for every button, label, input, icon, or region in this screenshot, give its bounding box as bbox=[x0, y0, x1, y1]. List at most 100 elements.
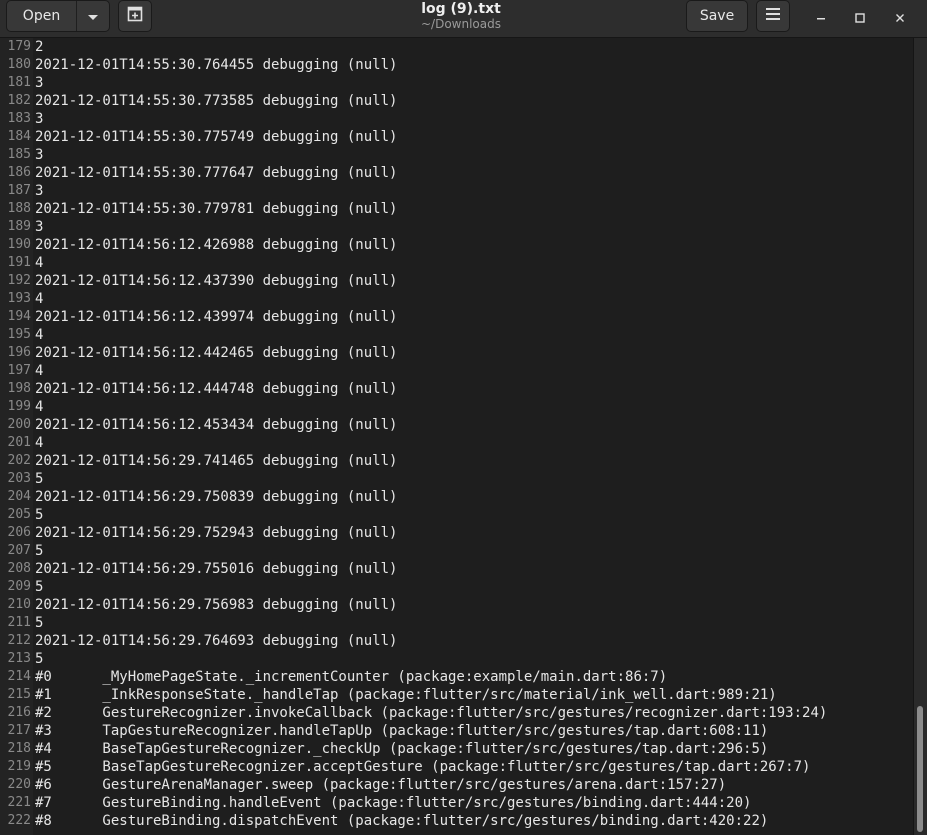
new-tab-button[interactable] bbox=[118, 0, 152, 32]
text-line: 186 2021-12-01T14:55:30.777647 debugging … bbox=[0, 164, 913, 182]
line-text: 4 bbox=[35, 255, 44, 271]
text-line: 221 #7 GestureBinding.handleEvent (packag… bbox=[0, 794, 913, 812]
line-text: 4 bbox=[35, 291, 44, 307]
line-number: 191 bbox=[7, 255, 31, 270]
line-text: 4 bbox=[35, 327, 44, 343]
text-line: 184 2021-12-01T14:55:30.775749 debugging … bbox=[0, 128, 913, 146]
line-text: 5 bbox=[35, 471, 44, 487]
line-number: 204 bbox=[7, 489, 31, 504]
line-text: 2021-12-01T14:56:29.756983 debugging (nu… bbox=[35, 597, 398, 613]
line-number: 206 bbox=[7, 525, 31, 540]
line-number: 208 bbox=[7, 561, 31, 576]
line-text: #0 _MyHomePageState._incrementCounter (p… bbox=[35, 669, 668, 685]
line-number: 214 bbox=[7, 669, 31, 684]
line-number: 207 bbox=[7, 543, 31, 558]
window-subtitle: ~/Downloads bbox=[421, 17, 501, 31]
line-text: 2021-12-01T14:56:12.437390 debugging (nu… bbox=[35, 273, 398, 289]
text-line: 206 2021-12-01T14:56:29.752943 debugging … bbox=[0, 524, 913, 542]
maximize-button[interactable] bbox=[849, 6, 871, 28]
text-line: 208 2021-12-01T14:56:29.755016 debugging … bbox=[0, 560, 913, 578]
text-line: 188 2021-12-01T14:55:30.779781 debugging … bbox=[0, 200, 913, 218]
line-number: 193 bbox=[7, 291, 31, 306]
line-text: #5 BaseTapGestureRecognizer.acceptGestur… bbox=[35, 759, 811, 775]
close-button[interactable] bbox=[889, 6, 911, 28]
line-number: 200 bbox=[7, 417, 31, 432]
line-number: 186 bbox=[7, 165, 31, 180]
line-number: 222 bbox=[7, 813, 31, 828]
text-line: 209 5 bbox=[0, 578, 913, 596]
line-text: 5 bbox=[35, 579, 44, 595]
line-number: 202 bbox=[7, 453, 31, 468]
line-number: 213 bbox=[7, 651, 31, 666]
maximize-icon bbox=[855, 8, 865, 27]
vertical-scrollbar[interactable] bbox=[913, 38, 927, 835]
line-text: 2021-12-01T14:56:12.442465 debugging (nu… bbox=[35, 345, 398, 361]
text-line: 187 3 bbox=[0, 182, 913, 200]
line-text: 2 bbox=[35, 39, 44, 55]
text-line: 193 4 bbox=[0, 290, 913, 308]
chevron-down-icon bbox=[87, 7, 99, 26]
line-text: 2021-12-01T14:55:30.773585 debugging (nu… bbox=[35, 93, 398, 109]
text-line: 207 5 bbox=[0, 542, 913, 560]
line-number: 209 bbox=[7, 579, 31, 594]
line-number: 215 bbox=[7, 687, 31, 702]
window-title: log (9).txt bbox=[421, 1, 501, 17]
text-line: 211 5 bbox=[0, 614, 913, 632]
line-text: #3 TapGestureRecognizer.handleTapUp (pac… bbox=[35, 723, 769, 739]
line-number: 212 bbox=[7, 633, 31, 648]
line-text: #6 GestureArenaManager.sweep (package:fl… bbox=[35, 777, 727, 793]
text-line: 201 4 bbox=[0, 434, 913, 452]
scrollbar-thumb[interactable] bbox=[917, 706, 923, 832]
text-line: 196 2021-12-01T14:56:12.442465 debugging … bbox=[0, 344, 913, 362]
line-text: 2021-12-01T14:55:30.779781 debugging (nu… bbox=[35, 201, 398, 217]
line-number: 183 bbox=[7, 111, 31, 126]
line-number: 211 bbox=[7, 615, 31, 630]
text-line: 190 2021-12-01T14:56:12.426988 debugging … bbox=[0, 236, 913, 254]
text-line: 222 #8 GestureBinding.dispatchEvent (pack… bbox=[0, 812, 913, 830]
text-line: 219 #5 BaseTapGestureRecognizer.acceptGes… bbox=[0, 758, 913, 776]
line-number: 185 bbox=[7, 147, 31, 162]
text-line: 185 3 bbox=[0, 146, 913, 164]
text-line: 213 5 bbox=[0, 650, 913, 668]
text-line: 183 3 bbox=[0, 110, 913, 128]
line-text: 3 bbox=[35, 147, 44, 163]
text-line: 216 #2 GestureRecognizer.invokeCallback (… bbox=[0, 704, 913, 722]
line-text: 4 bbox=[35, 435, 44, 451]
text-line: 218 #4 BaseTapGestureRecognizer._checkUp … bbox=[0, 740, 913, 758]
text-line: 197 4 bbox=[0, 362, 913, 380]
line-number: 194 bbox=[7, 309, 31, 324]
text-line: 203 5 bbox=[0, 470, 913, 488]
close-icon bbox=[895, 8, 905, 27]
menu-button[interactable] bbox=[756, 0, 790, 32]
line-text: 5 bbox=[35, 615, 44, 631]
line-number: 197 bbox=[7, 363, 31, 378]
save-button[interactable]: Save bbox=[686, 0, 748, 32]
text-line: 200 2021-12-01T14:56:12.453434 debugging … bbox=[0, 416, 913, 434]
line-number: 184 bbox=[7, 129, 31, 144]
text-line: 205 5 bbox=[0, 506, 913, 524]
text-line: 191 4 bbox=[0, 254, 913, 272]
minimize-button[interactable] bbox=[810, 6, 832, 28]
open-button[interactable]: Open bbox=[7, 1, 77, 31]
line-number: 210 bbox=[7, 597, 31, 612]
line-text: 2021-12-01T14:55:30.764455 debugging (nu… bbox=[35, 57, 398, 73]
text-view[interactable]: 179 2 180 2021-12-01T14:55:30.764455 debugg… bbox=[0, 38, 913, 835]
line-number: 203 bbox=[7, 471, 31, 486]
line-number: 195 bbox=[7, 327, 31, 342]
line-text: 3 bbox=[35, 219, 44, 235]
line-number: 192 bbox=[7, 273, 31, 288]
text-line: 182 2021-12-01T14:55:30.773585 debugging … bbox=[0, 92, 913, 110]
new-tab-icon bbox=[127, 6, 143, 26]
line-number: 205 bbox=[7, 507, 31, 522]
line-text: 2021-12-01T14:56:29.755016 debugging (nu… bbox=[35, 561, 398, 577]
line-text: #2 GestureRecognizer.invokeCallback (pac… bbox=[35, 705, 828, 721]
line-number: 180 bbox=[7, 57, 31, 72]
text-line: 194 2021-12-01T14:56:12.439974 debugging … bbox=[0, 308, 913, 326]
header-bar: Open log (9).txt ~/Downloads Save bbox=[0, 0, 927, 38]
open-dropdown-button[interactable] bbox=[77, 1, 109, 31]
text-line: 202 2021-12-01T14:56:29.741465 debugging … bbox=[0, 452, 913, 470]
line-text: 2021-12-01T14:56:12.426988 debugging (nu… bbox=[35, 237, 398, 253]
line-text: 3 bbox=[35, 111, 44, 127]
text-line: 181 3 bbox=[0, 74, 913, 92]
line-text: #1 _InkResponseState._handleTap (package… bbox=[35, 687, 777, 703]
